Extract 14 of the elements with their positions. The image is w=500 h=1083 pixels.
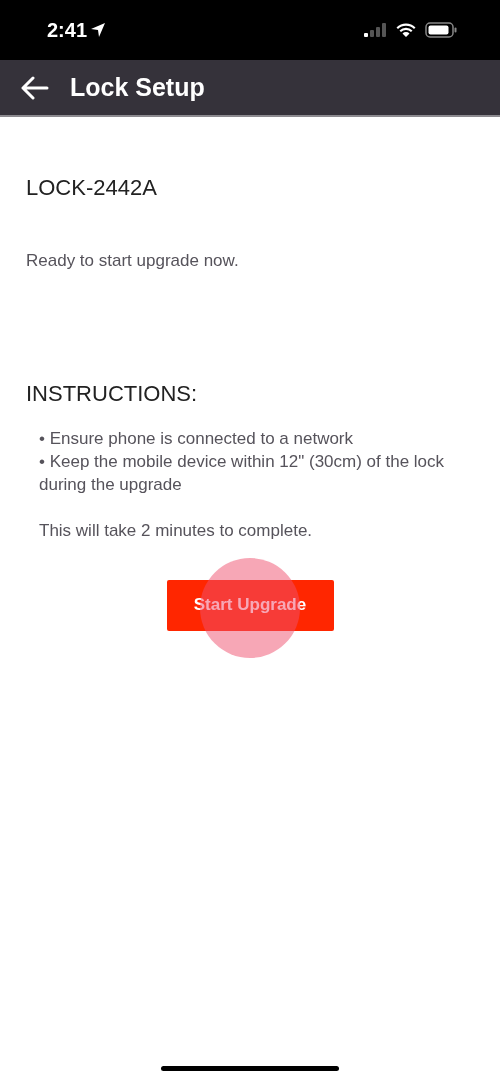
start-upgrade-button[interactable]: Start Upgrade [166,579,334,631]
status-message: Ready to start upgrade now. [26,250,240,272]
signal-icon [363,23,387,37]
instructions-heading: INSTRUCTIONS: [26,379,199,408]
instruction-item: • Keep the mobile device within 12" (30cm) of the lock during the upgrade [39,450,446,496]
location-arrow-icon [90,22,107,38]
instruction-item: • Ensure phone is connected to a network [39,427,355,450]
screen-title: Lock Setup [70,71,205,103]
status-time: 2:41 [47,18,88,43]
device-name: LOCK-2442A [26,174,158,202]
back-arrow-icon[interactable] [20,75,49,100]
battery-icon [425,22,457,38]
wifi-icon [395,22,417,38]
duration-note: This will take 2 minutes to complete. [38,519,314,542]
